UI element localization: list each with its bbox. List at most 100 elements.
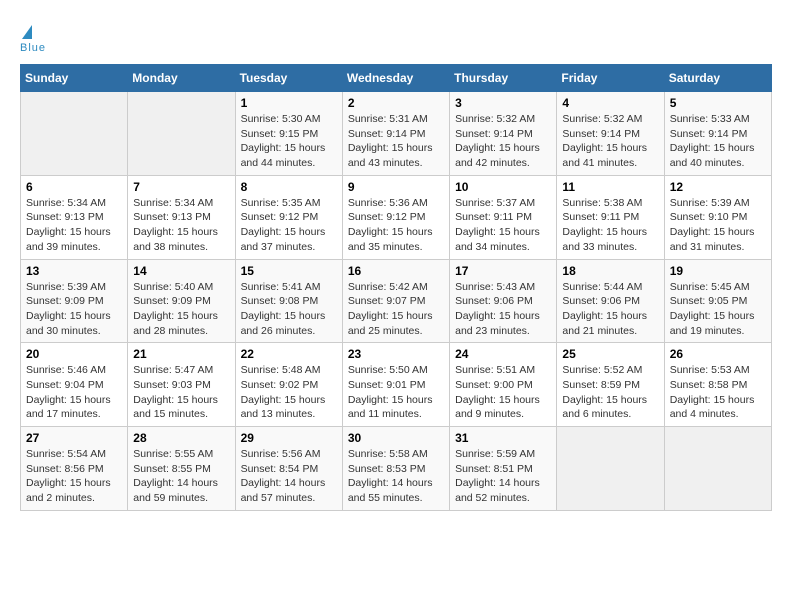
calendar-cell: 3Sunrise: 5:32 AM Sunset: 9:14 PM Daylig… <box>450 92 557 176</box>
day-detail: Sunrise: 5:47 AM Sunset: 9:03 PM Dayligh… <box>133 363 229 422</box>
day-number: 11 <box>562 180 658 194</box>
calendar-table: SundayMondayTuesdayWednesdayThursdayFrid… <box>20 64 772 511</box>
calendar-week-1: 1 Sunrise: 5:30 AM Sunset: 9:15 PM Daylig… <box>21 92 772 176</box>
day-number: 9 <box>348 180 444 194</box>
calendar-cell: 18 Sunrise: 5:44 AM Sunset: 9:06 PM Dayli… <box>557 259 664 343</box>
day-detail: Sunrise: 5:53 AM Sunset: 8:58 PM Dayligh… <box>670 363 766 422</box>
day-detail: Sunrise: 5:37 AM Sunset: 9:11 PM Dayligh… <box>455 196 551 255</box>
day-number: 8 <box>241 180 337 194</box>
day-detail: Sunrise: 5:32 AM Sunset: 9:14 PM Dayligh… <box>455 112 551 171</box>
calendar-cell: 30Sunrise: 5:58 AM Sunset: 8:53 PM Dayli… <box>342 427 449 511</box>
calendar-week-5: 27Sunrise: 5:54 AM Sunset: 8:56 PM Dayli… <box>21 427 772 511</box>
day-number: 2 <box>348 96 444 110</box>
calendar-cell: 5 Sunrise: 5:33 AM Sunset: 9:14 PM Daylig… <box>664 92 771 176</box>
weekday-header-row: SundayMondayTuesdayWednesdayThursdayFrid… <box>21 65 772 92</box>
day-detail: Sunrise: 5:35 AM Sunset: 9:12 PM Dayligh… <box>241 196 337 255</box>
day-detail: Sunrise: 5:31 AM Sunset: 9:14 PM Dayligh… <box>348 112 444 171</box>
day-detail: Sunrise: 5:48 AM Sunset: 9:02 PM Dayligh… <box>241 363 337 422</box>
weekday-header-monday: Monday <box>128 65 235 92</box>
calendar-cell <box>21 92 128 176</box>
calendar-cell: 6Sunrise: 5:34 AM Sunset: 9:13 PM Daylig… <box>21 175 128 259</box>
day-number: 5 <box>670 96 766 110</box>
day-detail: Sunrise: 5:50 AM Sunset: 9:01 PM Dayligh… <box>348 363 444 422</box>
page-header: Blue <box>20 20 772 54</box>
day-number: 22 <box>241 347 337 361</box>
day-number: 16 <box>348 264 444 278</box>
day-number: 6 <box>26 180 122 194</box>
calendar-cell: 29 Sunrise: 5:56 AM Sunset: 8:54 PM Dayli… <box>235 427 342 511</box>
day-number: 31 <box>455 431 551 445</box>
weekday-header-sunday: Sunday <box>21 65 128 92</box>
day-detail: Sunrise: 5:42 AM Sunset: 9:07 PM Dayligh… <box>348 280 444 339</box>
calendar-cell: 27Sunrise: 5:54 AM Sunset: 8:56 PM Dayli… <box>21 427 128 511</box>
calendar-week-2: 6 Sunrise: 5:34 AM Sunset: 9:13 PM Daylig… <box>21 175 772 259</box>
day-detail: Sunrise: 5:51 AM Sunset: 9:00 PM Dayligh… <box>455 363 551 422</box>
day-number: 12 <box>670 180 766 194</box>
day-number: 23 <box>348 347 444 361</box>
calendar-cell <box>664 427 771 511</box>
day-detail: Sunrise: 5:52 AM Sunset: 8:59 PM Dayligh… <box>562 363 658 422</box>
calendar-cell: 10 Sunrise: 5:37 AM Sunset: 9:11 PM Dayli… <box>450 175 557 259</box>
calendar-cell: 22 Sunrise: 5:48 AM Sunset: 9:02 PM Dayli… <box>235 343 342 427</box>
day-detail: Sunrise: 5:34 AM Sunset: 9:13 PM Dayligh… <box>133 196 229 255</box>
calendar-cell: 11 Sunrise: 5:38 AM Sunset: 9:11 PM Dayli… <box>557 175 664 259</box>
day-number: 7 <box>133 180 229 194</box>
calendar-cell: 13 Sunrise: 5:39 AM Sunset: 9:09 PM Dayli… <box>21 259 128 343</box>
weekday-header-friday: Friday <box>557 65 664 92</box>
day-detail: Sunrise: 5:33 AM Sunset: 9:14 PM Dayligh… <box>670 112 766 171</box>
day-detail: Sunrise: 5:43 AM Sunset: 9:06 PM Dayligh… <box>455 280 551 339</box>
calendar-cell: 26 Sunrise: 5:53 AM Sunset: 8:58 PM Dayli… <box>664 343 771 427</box>
calendar-cell: 21 Sunrise: 5:47 AM Sunset: 9:03 PM Dayli… <box>128 343 235 427</box>
day-number: 26 <box>670 347 766 361</box>
day-number: 25 <box>562 347 658 361</box>
calendar-cell: 15Sunrise: 5:41 AM Sunset: 9:08 PM Dayli… <box>235 259 342 343</box>
calendar-cell: 19 Sunrise: 5:45 AM Sunset: 9:05 PM Dayli… <box>664 259 771 343</box>
day-number: 13 <box>26 264 122 278</box>
day-detail: Sunrise: 5:38 AM Sunset: 9:11 PM Dayligh… <box>562 196 658 255</box>
day-detail: Sunrise: 5:32 AM Sunset: 9:14 PM Dayligh… <box>562 112 658 171</box>
weekday-header-saturday: Saturday <box>664 65 771 92</box>
weekday-header-wednesday: Wednesday <box>342 65 449 92</box>
day-detail: Sunrise: 5:55 AM Sunset: 8:55 PM Dayligh… <box>133 447 229 506</box>
day-detail: Sunrise: 5:36 AM Sunset: 9:12 PM Dayligh… <box>348 196 444 255</box>
day-number: 28 <box>133 431 229 445</box>
day-detail: Sunrise: 5:46 AM Sunset: 9:04 PM Dayligh… <box>26 363 122 422</box>
calendar-week-4: 20 Sunrise: 5:46 AM Sunset: 9:04 PM Dayli… <box>21 343 772 427</box>
calendar-cell <box>557 427 664 511</box>
day-detail: Sunrise: 5:30 AM Sunset: 9:15 PM Dayligh… <box>241 112 337 171</box>
day-detail: Sunrise: 5:40 AM Sunset: 9:09 PM Dayligh… <box>133 280 229 339</box>
calendar-cell: 16 Sunrise: 5:42 AM Sunset: 9:07 PM Dayli… <box>342 259 449 343</box>
day-detail: Sunrise: 5:44 AM Sunset: 9:06 PM Dayligh… <box>562 280 658 339</box>
calendar-cell: 31Sunrise: 5:59 AM Sunset: 8:51 PM Dayli… <box>450 427 557 511</box>
calendar-cell <box>128 92 235 176</box>
day-number: 24 <box>455 347 551 361</box>
day-detail: Sunrise: 5:54 AM Sunset: 8:56 PM Dayligh… <box>26 447 122 506</box>
day-number: 1 <box>241 96 337 110</box>
day-detail: Sunrise: 5:45 AM Sunset: 9:05 PM Dayligh… <box>670 280 766 339</box>
day-number: 4 <box>562 96 658 110</box>
calendar-cell: 24 Sunrise: 5:51 AM Sunset: 9:00 PM Dayli… <box>450 343 557 427</box>
day-number: 18 <box>562 264 658 278</box>
day-detail: Sunrise: 5:39 AM Sunset: 9:09 PM Dayligh… <box>26 280 122 339</box>
calendar-cell: 2 Sunrise: 5:31 AM Sunset: 9:14 PM Daylig… <box>342 92 449 176</box>
day-number: 10 <box>455 180 551 194</box>
calendar-cell: 14 Sunrise: 5:40 AM Sunset: 9:09 PM Dayli… <box>128 259 235 343</box>
day-number: 17 <box>455 264 551 278</box>
calendar-cell: 4 Sunrise: 5:32 AM Sunset: 9:14 PM Daylig… <box>557 92 664 176</box>
weekday-header-tuesday: Tuesday <box>235 65 342 92</box>
day-number: 19 <box>670 264 766 278</box>
calendar-cell: 8 Sunrise: 5:35 AM Sunset: 9:12 PM Daylig… <box>235 175 342 259</box>
day-detail: Sunrise: 5:41 AM Sunset: 9:08 PM Dayligh… <box>241 280 337 339</box>
calendar-header: SundayMondayTuesdayWednesdayThursdayFrid… <box>21 65 772 92</box>
day-number: 21 <box>133 347 229 361</box>
day-number: 29 <box>241 431 337 445</box>
day-number: 20 <box>26 347 122 361</box>
day-number: 14 <box>133 264 229 278</box>
day-detail: Sunrise: 5:58 AM Sunset: 8:53 PM Dayligh… <box>348 447 444 506</box>
calendar-cell: 1 Sunrise: 5:30 AM Sunset: 9:15 PM Daylig… <box>235 92 342 176</box>
calendar-week-3: 13 Sunrise: 5:39 AM Sunset: 9:09 PM Dayli… <box>21 259 772 343</box>
calendar-cell: 12 Sunrise: 5:39 AM Sunset: 9:10 PM Dayli… <box>664 175 771 259</box>
day-detail: Sunrise: 5:56 AM Sunset: 8:54 PM Dayligh… <box>241 447 337 506</box>
day-detail: Sunrise: 5:39 AM Sunset: 9:10 PM Dayligh… <box>670 196 766 255</box>
calendar-cell: 20 Sunrise: 5:46 AM Sunset: 9:04 PM Dayli… <box>21 343 128 427</box>
